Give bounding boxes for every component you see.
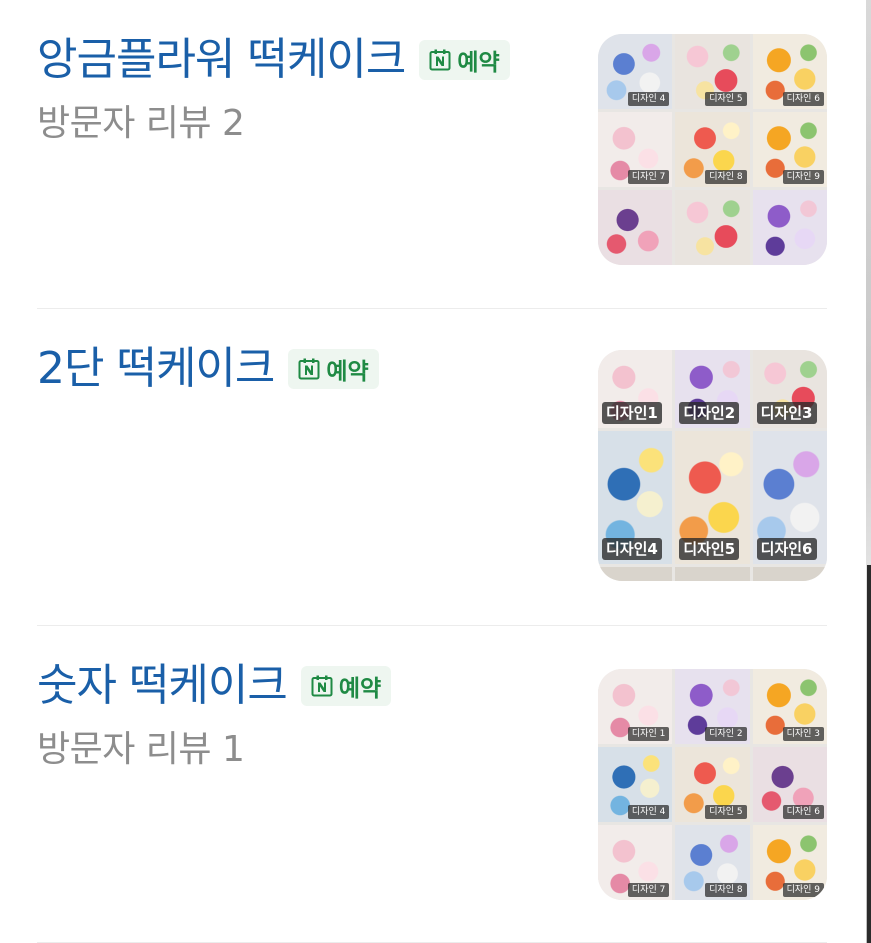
design-tag: 디자인 7 xyxy=(627,170,670,184)
booking-badge[interactable]: 예약 xyxy=(300,666,392,706)
naver-booking-calendar-icon xyxy=(298,358,320,380)
thumb-cell: 디자인 7 xyxy=(598,112,673,187)
menu-item[interactable]: 숫자 떡케이크 예약 방문자 리뷰 1 디자인 1 디자인 2 디자인 3 디자… xyxy=(37,626,827,943)
design-tag: 디자인2 xyxy=(679,402,740,424)
menu-item-thumbnail[interactable]: 디자인 4 디자인 5 디자인 6 디자인 7 디자인 8 디자인 9 xyxy=(598,34,827,265)
thumb-cell: 디자인3 xyxy=(752,350,827,428)
thumb-cell: 디자인 9 xyxy=(752,112,827,187)
title-row: 앙금플라워 떡케이크 예약 xyxy=(37,30,577,90)
design-tag: 디자인5 xyxy=(679,538,740,560)
booking-badge[interactable]: 예약 xyxy=(419,40,510,80)
design-tag: 디자인 6 xyxy=(782,92,824,106)
thumb-cell xyxy=(752,567,827,581)
thumb-cell: 디자인4 xyxy=(598,431,673,564)
menu-item-title[interactable]: 앙금플라워 떡케이크 xyxy=(37,30,406,90)
thumb-cell: 디자인 8 xyxy=(675,112,750,187)
naver-booking-calendar-icon xyxy=(311,675,333,697)
thumb-cell: 디자인 6 xyxy=(752,34,827,109)
design-tag: 디자인 7 xyxy=(627,883,670,897)
title-row: 2단 떡케이크 예약 xyxy=(37,339,577,399)
thumb-cell xyxy=(752,190,827,265)
thumb-cell: 디자인 3 xyxy=(752,669,827,744)
thumb-cell xyxy=(598,567,673,581)
menu-item-thumbnail[interactable]: 디자인 1 디자인 2 디자인 3 디자인 4 디자인 5 디자인 6 디자인 … xyxy=(598,669,827,900)
naver-booking-calendar-icon xyxy=(429,49,451,71)
thumb-cell: 디자인1 xyxy=(598,350,673,428)
visitor-review-count[interactable]: 방문자 리뷰 2 xyxy=(37,102,577,146)
design-tag: 디자인 3 xyxy=(782,727,824,741)
thumb-cell: 디자인 6 xyxy=(752,747,827,822)
design-tag: 디자인 9 xyxy=(782,883,824,897)
design-tag: 디자인 9 xyxy=(782,170,824,184)
menu-item-title[interactable]: 숫자 떡케이크 xyxy=(37,656,288,716)
booking-badge-label: 예약 xyxy=(457,50,500,76)
thumb-cell: 디자인2 xyxy=(675,350,750,428)
design-tag: 디자인 4 xyxy=(627,92,670,106)
screen-edge xyxy=(866,0,871,943)
design-tag: 디자인 5 xyxy=(705,805,747,819)
title-row: 숫자 떡케이크 예약 xyxy=(37,656,577,716)
menu-item[interactable]: 앙금플라워 떡케이크 예약 방문자 리뷰 2 디자인 4 디자인 5 디자인 6… xyxy=(37,0,827,309)
booking-badge-label: 예약 xyxy=(338,676,382,702)
visitor-review-count[interactable]: 방문자 리뷰 1 xyxy=(37,728,577,772)
thumb-cell: 디자인 1 xyxy=(598,669,673,744)
booking-badge[interactable]: 예약 xyxy=(288,349,379,389)
thumb-cell xyxy=(675,567,750,581)
design-tag: 디자인1 xyxy=(602,402,662,424)
menu-item-thumbnail[interactable]: 디자인1 디자인2 디자인3 디자인4 디자인5 디자인6 xyxy=(598,350,827,581)
design-tag: 디자인 2 xyxy=(705,727,747,741)
design-tag: 디자인 8 xyxy=(705,883,747,897)
thumb-cell: 디자인 4 xyxy=(598,34,673,109)
design-tag: 디자인 4 xyxy=(627,805,670,819)
booking-badge-label: 예약 xyxy=(326,359,369,385)
design-tag: 디자인 8 xyxy=(705,170,747,184)
thumb-cell: 디자인6 xyxy=(752,431,827,564)
design-tag: 디자인4 xyxy=(602,538,662,560)
design-tag: 디자인3 xyxy=(756,402,817,424)
thumb-cell xyxy=(675,190,750,265)
thumb-cell: 디자인5 xyxy=(675,431,750,564)
menu-item-text: 앙금플라워 떡케이크 예약 방문자 리뷰 2 xyxy=(37,30,577,146)
thumb-cell: 디자인 4 xyxy=(598,747,673,822)
design-tag: 디자인 1 xyxy=(627,727,670,741)
thumb-cell: 디자인 8 xyxy=(675,825,750,900)
design-tag: 디자인 5 xyxy=(705,92,747,106)
thumb-cell: 디자인 9 xyxy=(752,825,827,900)
thumb-cell xyxy=(598,190,673,265)
design-tag: 디자인6 xyxy=(756,538,817,560)
menu-item[interactable]: 2단 떡케이크 예약 디자인1 디자인2 디자인3 디자인4 디자인5 디자인6 xyxy=(37,309,827,626)
design-tag: 디자인 6 xyxy=(782,805,824,819)
thumb-cell: 디자인 7 xyxy=(598,825,673,900)
thumb-cell: 디자인 2 xyxy=(675,669,750,744)
menu-item-text: 2단 떡케이크 예약 xyxy=(37,339,577,399)
menu-item-text: 숫자 떡케이크 예약 방문자 리뷰 1 xyxy=(37,656,577,772)
menu-item-title[interactable]: 2단 떡케이크 xyxy=(37,339,275,399)
thumb-cell: 디자인 5 xyxy=(675,747,750,822)
thumb-cell: 디자인 5 xyxy=(675,34,750,109)
